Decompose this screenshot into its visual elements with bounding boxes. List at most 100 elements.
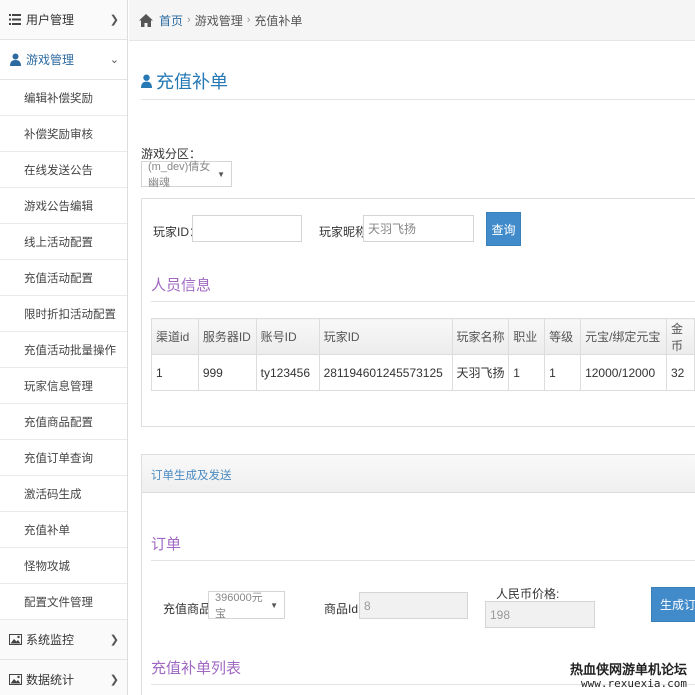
- table-header-row: 渠道id 服务器ID 账号ID 玩家ID 玩家名称 职业 等级 元宝/绑定元宝 …: [151, 318, 695, 355]
- generate-order-label: 生成订单: [660, 598, 695, 612]
- picture-icon: [8, 673, 22, 687]
- sidebar-item-label: 在线发送公告: [24, 164, 93, 177]
- column-header: 元宝/绑定元宝: [580, 318, 667, 355]
- order-title: 订单: [151, 536, 182, 553]
- sidebar-item-label: 充值活动批量操作: [24, 344, 116, 357]
- column-header: 等级: [544, 318, 582, 355]
- table-cell: 12000/12000: [580, 354, 667, 391]
- sidebar-item-player-info[interactable]: 玩家信息管理: [0, 368, 127, 404]
- table-row: 1 999 ty123456 281194601245573125 天羽飞扬 1…: [151, 354, 695, 391]
- zone-select-value: (m_dev)倩女幽魂: [148, 161, 211, 189]
- rmb-price-value: 198: [490, 607, 511, 622]
- watermark-title: 热血侠网游单机论坛: [569, 662, 687, 677]
- caret-down-icon: ▼: [217, 169, 225, 179]
- sidebar-item-label: 激活码生成: [24, 488, 82, 501]
- sidebar: 用户管理 ❯ 游戏管理 ⌄ 编辑补偿奖励 补偿奖励审核 在线发送公告 游戏公告编…: [0, 0, 128, 695]
- nav-group-label: 用户管理: [26, 13, 75, 27]
- column-header: 玩家名称: [451, 318, 510, 355]
- nav-group-user-management[interactable]: 用户管理 ❯: [0, 0, 127, 40]
- sidebar-item-label: 充值订单查询: [24, 452, 93, 465]
- sidebar-item-label: 充值补单: [24, 524, 70, 537]
- sidebar-item-label: 怪物攻城: [24, 560, 70, 573]
- breadcrumb-separator: ›: [246, 14, 251, 26]
- sidebar-item-label: 游戏公告编辑: [24, 200, 93, 213]
- rmb-price-input[interactable]: 198: [485, 601, 595, 628]
- chevron-down-icon: ⌄: [109, 54, 119, 66]
- user-icon: [141, 74, 152, 88]
- nav-group-label: 游戏管理: [26, 53, 75, 67]
- nav-group-label: 数据统计: [26, 673, 75, 687]
- home-icon[interactable]: [139, 13, 153, 27]
- product-id-value: 8: [364, 598, 371, 613]
- generate-order-button[interactable]: 生成订单: [651, 587, 695, 622]
- nav-group-label: 系统监控: [26, 633, 75, 647]
- breadcrumb-game-management[interactable]: 游戏管理: [195, 12, 243, 29]
- sidebar-item-label: 配置文件管理: [24, 596, 93, 609]
- sidebar-item-recharge-activity-config[interactable]: 充值活动配置: [0, 260, 127, 296]
- sidebar-item-game-announcement-edit[interactable]: 游戏公告编辑: [0, 188, 127, 224]
- table-cell: 1: [544, 354, 582, 391]
- tab-order-generate[interactable]: 订单生成及发送: [151, 467, 232, 483]
- user-info-table: 渠道id 服务器ID 账号ID 玩家ID 玩家名称 职业 等级 元宝/绑定元宝 …: [151, 318, 695, 391]
- sidebar-item-label: 编辑补偿奖励: [24, 92, 93, 105]
- breadcrumb-home-link[interactable]: 首页: [159, 12, 183, 29]
- nav-group-system-monitor[interactable]: 系统监控 ❯: [0, 620, 127, 660]
- product-select-value: 396000元宝: [215, 592, 263, 620]
- sidebar-item-label: 限时折扣活动配置: [24, 308, 116, 321]
- watermark-url: www.rexuexia.com: [581, 677, 687, 690]
- table-cell: ty123456: [255, 354, 320, 391]
- sidebar-item-online-activity-config[interactable]: 线上活动配置: [0, 224, 127, 260]
- zone-select[interactable]: (m_dev)倩女幽魂 ▼: [141, 161, 232, 189]
- sidebar-item-config-file[interactable]: 配置文件管理: [0, 584, 127, 620]
- sidebar-item-label: 补偿奖励审核: [24, 128, 93, 141]
- sidebar-item-label: 线上活动配置: [24, 236, 93, 249]
- page-title: 充值补单: [156, 71, 228, 92]
- chevron-right-icon: ❯: [109, 674, 119, 686]
- nav-group-data-statistics[interactable]: 数据统计 ❯: [0, 660, 127, 695]
- chevron-right-icon: ❯: [109, 634, 119, 646]
- column-header: 渠道id: [151, 318, 199, 355]
- picture-icon: [8, 633, 22, 647]
- breadcrumb-current: 充值补单: [254, 13, 303, 28]
- table-cell: 1: [151, 354, 199, 391]
- user-icon: [8, 53, 22, 67]
- chevron-right-icon: ❯: [109, 14, 119, 26]
- breadcrumb-separator: ›: [187, 14, 191, 26]
- sidebar-item-online-announcement[interactable]: 在线发送公告: [0, 152, 127, 188]
- sidebar-item-edit-compensation[interactable]: 编辑补偿奖励: [0, 80, 127, 116]
- column-header: 职业: [508, 318, 546, 355]
- divider: [151, 560, 695, 561]
- search-box-outline: [141, 198, 695, 427]
- sidebar-item-recharge-product-config[interactable]: 充值商品配置: [0, 404, 127, 440]
- sidebar-item-recharge-supplement[interactable]: 充值补单: [0, 512, 127, 548]
- table-cell: 281194601245573125: [318, 354, 453, 391]
- sidebar-item-discount-activity-config[interactable]: 限时折扣活动配置: [0, 296, 127, 332]
- column-header: 金币: [666, 318, 695, 355]
- breadcrumb: 首页 › 游戏管理 › 充值补单: [129, 0, 695, 41]
- product-id-input[interactable]: 8: [359, 592, 468, 619]
- rmb-price-label: 人民币价格:: [496, 587, 560, 601]
- table-cell: 32: [666, 354, 695, 391]
- sidebar-item-label: 玩家信息管理: [24, 380, 93, 393]
- sidebar-item-recharge-order-query[interactable]: 充值订单查询: [0, 440, 127, 476]
- list-icon: [8, 13, 22, 27]
- product-select[interactable]: 396000元宝 ▼: [208, 591, 285, 620]
- watermark: 热血侠网游单机论坛 www.rexuexia.com: [570, 663, 687, 691]
- caret-down-icon: ▼: [270, 600, 278, 610]
- table-cell: 1: [508, 354, 546, 391]
- sidebar-item-compensation-review[interactable]: 补偿奖励审核: [0, 116, 127, 152]
- sidebar-item-label: 充值商品配置: [24, 416, 93, 429]
- column-header: 账号ID: [255, 318, 320, 355]
- sidebar-item-recharge-batch[interactable]: 充值活动批量操作: [0, 332, 127, 368]
- sidebar-item-activation-code[interactable]: 激活码生成: [0, 476, 127, 512]
- column-header: 服务器ID: [197, 318, 257, 355]
- table-cell: 天羽飞扬: [451, 354, 510, 391]
- table-cell: 999: [197, 354, 257, 391]
- sidebar-item-label: 充值活动配置: [24, 272, 93, 285]
- recharge-list-title: 充值补单列表: [151, 660, 242, 677]
- sidebar-item-monster-siege[interactable]: 怪物攻城: [0, 548, 127, 584]
- nav-item-list: 编辑补偿奖励 补偿奖励审核 在线发送公告 游戏公告编辑 线上活动配置 充值活动配…: [0, 80, 127, 620]
- page-header: 充值补单: [141, 62, 695, 100]
- nav-group-game-management[interactable]: 游戏管理 ⌄: [0, 40, 127, 80]
- column-header: 玩家ID: [318, 318, 453, 355]
